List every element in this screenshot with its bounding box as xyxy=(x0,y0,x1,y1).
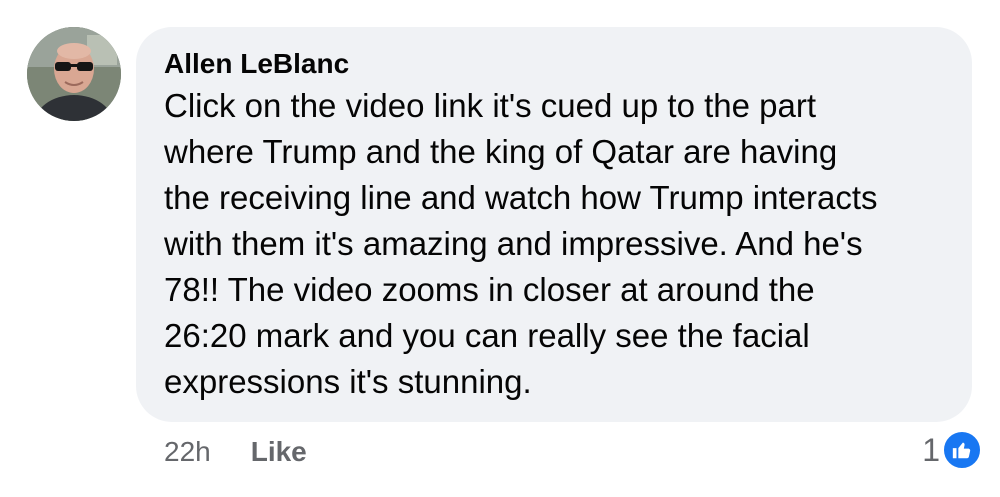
comment: Allen LeBlanc Click on the video link it… xyxy=(0,0,1000,497)
comment-text: Click on the video link it's cued up to … xyxy=(164,87,878,400)
reaction-count: 1 xyxy=(922,431,940,468)
comment-bubble: Allen LeBlanc Click on the video link it… xyxy=(136,27,972,422)
reactions-summary[interactable]: 1 xyxy=(922,430,982,470)
comment-actions: 22h Like xyxy=(164,432,307,472)
like-thumbs-up-icon xyxy=(942,430,982,470)
comment-author[interactable]: Allen LeBlanc xyxy=(164,47,948,81)
like-button[interactable]: Like xyxy=(251,436,307,468)
avatar[interactable] xyxy=(27,27,121,121)
avatar-photo xyxy=(27,27,121,121)
comment-timestamp[interactable]: 22h xyxy=(164,436,211,468)
